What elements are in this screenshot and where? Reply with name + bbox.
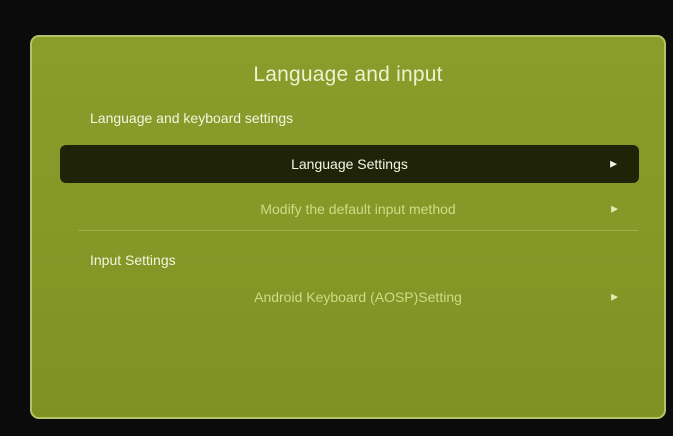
section-label-language-keyboard: Language and keyboard settings (90, 110, 294, 126)
menu-item-android-keyboard-aosp[interactable]: Android Keyboard (AOSP)Setting ▶ (76, 278, 640, 316)
menu-item-modify-input-method[interactable]: Modify the default input method ▶ (76, 190, 640, 228)
tv-screen: Language and input Language and keyboard… (0, 0, 673, 436)
language-input-dialog: Language and input Language and keyboard… (30, 35, 666, 419)
menu-item-language-settings[interactable]: Language Settings ▶ (60, 145, 639, 183)
chevron-right-icon: ▶ (611, 203, 618, 214)
menu-item-label: Language Settings (291, 156, 408, 172)
chevron-right-icon: ▶ (611, 291, 618, 302)
menu-item-label: Modify the default input method (260, 201, 456, 217)
menu-item-label: Android Keyboard (AOSP)Setting (254, 289, 462, 305)
chevron-right-icon: ▶ (610, 158, 617, 169)
section-divider (78, 230, 638, 231)
section-label-input-settings: Input Settings (90, 252, 176, 268)
dialog-title: Language and input (253, 63, 443, 86)
